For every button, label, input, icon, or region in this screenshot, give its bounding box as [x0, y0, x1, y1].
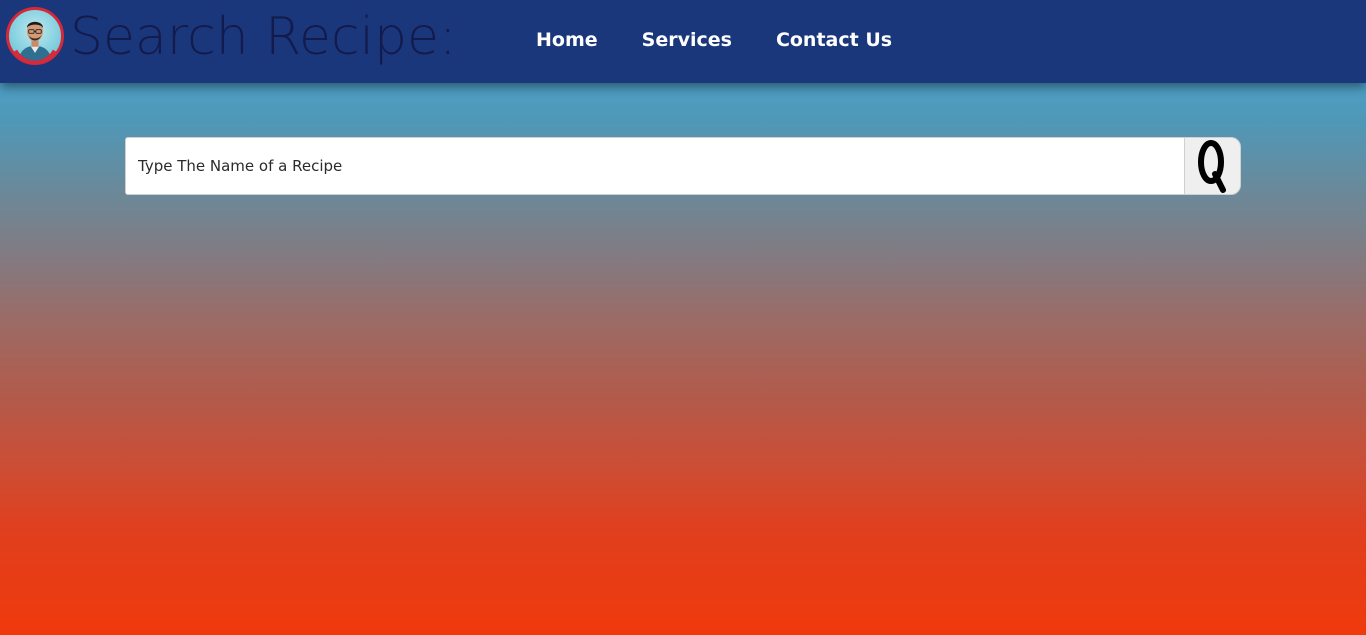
search-bar [125, 137, 1241, 195]
nav-home-link[interactable]: Home [536, 28, 598, 52]
page-title: Search Recipe: [70, 7, 457, 67]
search-button[interactable] [1184, 137, 1241, 195]
search-icon [1197, 140, 1226, 193]
main-nav: Home Services Contact Us [536, 28, 892, 52]
nav-contact-us-link[interactable]: Contact Us [776, 28, 892, 52]
avatar-portrait-icon [11, 21, 59, 62]
navbar: Search Recipe: Home Services Contact Us [0, 0, 1366, 83]
recipe-search-input[interactable] [125, 137, 1184, 195]
avatar[interactable] [6, 7, 64, 65]
nav-services-link[interactable]: Services [642, 28, 732, 52]
